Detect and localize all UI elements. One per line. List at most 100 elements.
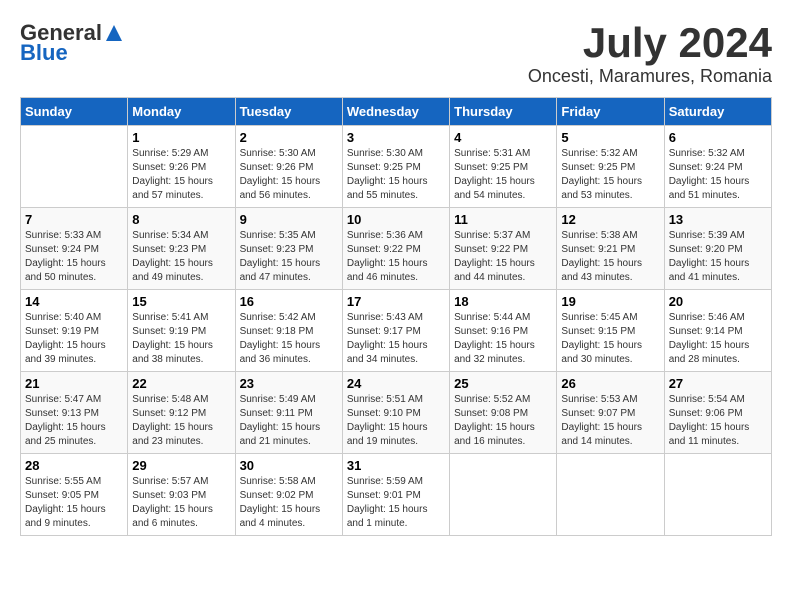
column-header-monday: Monday — [128, 98, 235, 126]
day-number: 15 — [132, 294, 230, 309]
week-row-5: 28Sunrise: 5:55 AMSunset: 9:05 PMDayligh… — [21, 454, 772, 536]
day-number: 2 — [240, 130, 338, 145]
day-number: 19 — [561, 294, 659, 309]
calendar-cell: 15 Sunrise: 5:41 AMSunset: 9:19 PMDayligh… — [128, 290, 235, 372]
column-header-friday: Friday — [557, 98, 664, 126]
day-info: Sunrise: 5:42 AMSunset: 9:18 PMDaylight:… — [240, 311, 338, 367]
day-number: 20 — [669, 294, 767, 309]
day-info: Sunrise: 5:57 AMSunset: 9:03 PMDaylight:… — [132, 475, 230, 531]
calendar-cell: 19 Sunrise: 5:45 AMSunset: 9:15 PMDayligh… — [557, 290, 664, 372]
logo: General Blue — [20, 20, 124, 66]
calendar-cell — [664, 454, 771, 536]
column-header-thursday: Thursday — [450, 98, 557, 126]
day-info: Sunrise: 5:39 AMSunset: 9:20 PMDaylight:… — [669, 229, 767, 285]
day-number: 18 — [454, 294, 552, 309]
calendar-cell: 28Sunrise: 5:55 AMSunset: 9:05 PMDayligh… — [21, 454, 128, 536]
week-row-2: 7Sunrise: 5:33 AMSunset: 9:24 PMDaylight… — [21, 208, 772, 290]
day-number: 12 — [561, 212, 659, 227]
column-header-tuesday: Tuesday — [235, 98, 342, 126]
calendar-cell: 7Sunrise: 5:33 AMSunset: 9:24 PMDaylight… — [21, 208, 128, 290]
calendar-cell: 30 Sunrise: 5:58 AMSunset: 9:02 PMDayligh… — [235, 454, 342, 536]
day-info: Sunrise: 5:45 AMSunset: 9:15 PMDaylight:… — [561, 311, 659, 367]
calendar-cell: 4Sunrise: 5:31 AMSunset: 9:25 PMDaylight… — [450, 126, 557, 208]
day-number: 4 — [454, 130, 552, 145]
calendar-cell: 24Sunrise: 5:51 AMSunset: 9:10 PMDayligh… — [342, 372, 449, 454]
day-number: 25 — [454, 376, 552, 391]
week-row-4: 21 Sunrise: 5:47 AMSunset: 9:13 PMDayligh… — [21, 372, 772, 454]
day-info: Sunrise: 5:34 AMSunset: 9:23 PMDaylight:… — [132, 229, 230, 285]
calendar-cell: 11 Sunrise: 5:37 AMSunset: 9:22 PMDayligh… — [450, 208, 557, 290]
day-info: Sunrise: 5:54 AMSunset: 9:06 PMDaylight:… — [669, 393, 767, 449]
day-number: 29 — [132, 458, 230, 473]
day-number: 7 — [25, 212, 123, 227]
calendar-cell: 21 Sunrise: 5:47 AMSunset: 9:13 PMDayligh… — [21, 372, 128, 454]
calendar-cell: 20 Sunrise: 5:46 AMSunset: 9:14 PMDayligh… — [664, 290, 771, 372]
calendar-cell — [21, 126, 128, 208]
day-info: Sunrise: 5:38 AMSunset: 9:21 PMDaylight:… — [561, 229, 659, 285]
day-info: Sunrise: 5:55 AMSunset: 9:05 PMDaylight:… — [25, 475, 123, 531]
day-info: Sunrise: 5:40 AMSunset: 9:19 PMDaylight:… — [25, 311, 123, 367]
calendar-cell: 13 Sunrise: 5:39 AMSunset: 9:20 PMDayligh… — [664, 208, 771, 290]
day-number: 21 — [25, 376, 123, 391]
day-info: Sunrise: 5:32 AMSunset: 9:25 PMDaylight:… — [561, 147, 659, 203]
day-info: Sunrise: 5:47 AMSunset: 9:13 PMDaylight:… — [25, 393, 123, 449]
day-info: Sunrise: 5:29 AMSunset: 9:26 PMDaylight:… — [132, 147, 230, 203]
day-number: 31 — [347, 458, 445, 473]
column-header-sunday: Sunday — [21, 98, 128, 126]
day-number: 13 — [669, 212, 767, 227]
week-row-3: 14 Sunrise: 5:40 AMSunset: 9:19 PMDayligh… — [21, 290, 772, 372]
day-info: Sunrise: 5:41 AMSunset: 9:19 PMDaylight:… — [132, 311, 230, 367]
calendar-title: July 2024 — [528, 20, 772, 66]
day-info: Sunrise: 5:44 AMSunset: 9:16 PMDaylight:… — [454, 311, 552, 367]
header-row: SundayMondayTuesdayWednesdayThursdayFrid… — [21, 98, 772, 126]
logo-blue-text: Blue — [20, 40, 68, 66]
calendar-cell: 22 Sunrise: 5:48 AMSunset: 9:12 PMDayligh… — [128, 372, 235, 454]
day-number: 11 — [454, 212, 552, 227]
day-number: 30 — [240, 458, 338, 473]
calendar-table: SundayMondayTuesdayWednesdayThursdayFrid… — [20, 97, 772, 536]
day-number: 16 — [240, 294, 338, 309]
day-info: Sunrise: 5:53 AMSunset: 9:07 PMDaylight:… — [561, 393, 659, 449]
day-info: Sunrise: 5:46 AMSunset: 9:14 PMDaylight:… — [669, 311, 767, 367]
day-info: Sunrise: 5:52 AMSunset: 9:08 PMDaylight:… — [454, 393, 552, 449]
title-section: July 2024 Oncesti, Maramures, Romania — [528, 20, 772, 87]
day-info: Sunrise: 5:48 AMSunset: 9:12 PMDaylight:… — [132, 393, 230, 449]
day-info: Sunrise: 5:43 AMSunset: 9:17 PMDaylight:… — [347, 311, 445, 367]
day-number: 10 — [347, 212, 445, 227]
week-row-1: 1 Sunrise: 5:29 AMSunset: 9:26 PMDaylight… — [21, 126, 772, 208]
day-info: Sunrise: 5:58 AMSunset: 9:02 PMDaylight:… — [240, 475, 338, 531]
calendar-cell: 26 Sunrise: 5:53 AMSunset: 9:07 PMDayligh… — [557, 372, 664, 454]
header: General Blue July 2024 Oncesti, Maramure… — [20, 20, 772, 87]
calendar-cell: 6Sunrise: 5:32 AMSunset: 9:24 PMDaylight… — [664, 126, 771, 208]
calendar-cell: 14 Sunrise: 5:40 AMSunset: 9:19 PMDayligh… — [21, 290, 128, 372]
calendar-cell — [450, 454, 557, 536]
day-info: Sunrise: 5:49 AMSunset: 9:11 PMDaylight:… — [240, 393, 338, 449]
calendar-cell: 29 Sunrise: 5:57 AMSunset: 9:03 PMDayligh… — [128, 454, 235, 536]
calendar-cell: 5 Sunrise: 5:32 AMSunset: 9:25 PMDaylight… — [557, 126, 664, 208]
day-number: 14 — [25, 294, 123, 309]
calendar-subtitle: Oncesti, Maramures, Romania — [528, 66, 772, 87]
day-number: 8 — [132, 212, 230, 227]
calendar-cell: 27Sunrise: 5:54 AMSunset: 9:06 PMDayligh… — [664, 372, 771, 454]
day-info: Sunrise: 5:30 AMSunset: 9:25 PMDaylight:… — [347, 147, 445, 203]
calendar-cell: 9Sunrise: 5:35 AMSunset: 9:23 PMDaylight… — [235, 208, 342, 290]
calendar-cell: 3Sunrise: 5:30 AMSunset: 9:25 PMDaylight… — [342, 126, 449, 208]
day-number: 22 — [132, 376, 230, 391]
calendar-cell: 23Sunrise: 5:49 AMSunset: 9:11 PMDayligh… — [235, 372, 342, 454]
column-header-saturday: Saturday — [664, 98, 771, 126]
day-number: 1 — [132, 130, 230, 145]
day-number: 5 — [561, 130, 659, 145]
day-info: Sunrise: 5:36 AMSunset: 9:22 PMDaylight:… — [347, 229, 445, 285]
day-number: 26 — [561, 376, 659, 391]
column-header-wednesday: Wednesday — [342, 98, 449, 126]
day-number: 17 — [347, 294, 445, 309]
calendar-cell: 18 Sunrise: 5:44 AMSunset: 9:16 PMDayligh… — [450, 290, 557, 372]
calendar-cell: 17 Sunrise: 5:43 AMSunset: 9:17 PMDayligh… — [342, 290, 449, 372]
day-info: Sunrise: 5:37 AMSunset: 9:22 PMDaylight:… — [454, 229, 552, 285]
calendar-cell — [557, 454, 664, 536]
calendar-cell: 1 Sunrise: 5:29 AMSunset: 9:26 PMDaylight… — [128, 126, 235, 208]
logo-icon — [104, 23, 124, 43]
day-info: Sunrise: 5:59 AMSunset: 9:01 PMDaylight:… — [347, 475, 445, 531]
calendar-cell: 25 Sunrise: 5:52 AMSunset: 9:08 PMDayligh… — [450, 372, 557, 454]
calendar-cell: 31 Sunrise: 5:59 AMSunset: 9:01 PMDayligh… — [342, 454, 449, 536]
